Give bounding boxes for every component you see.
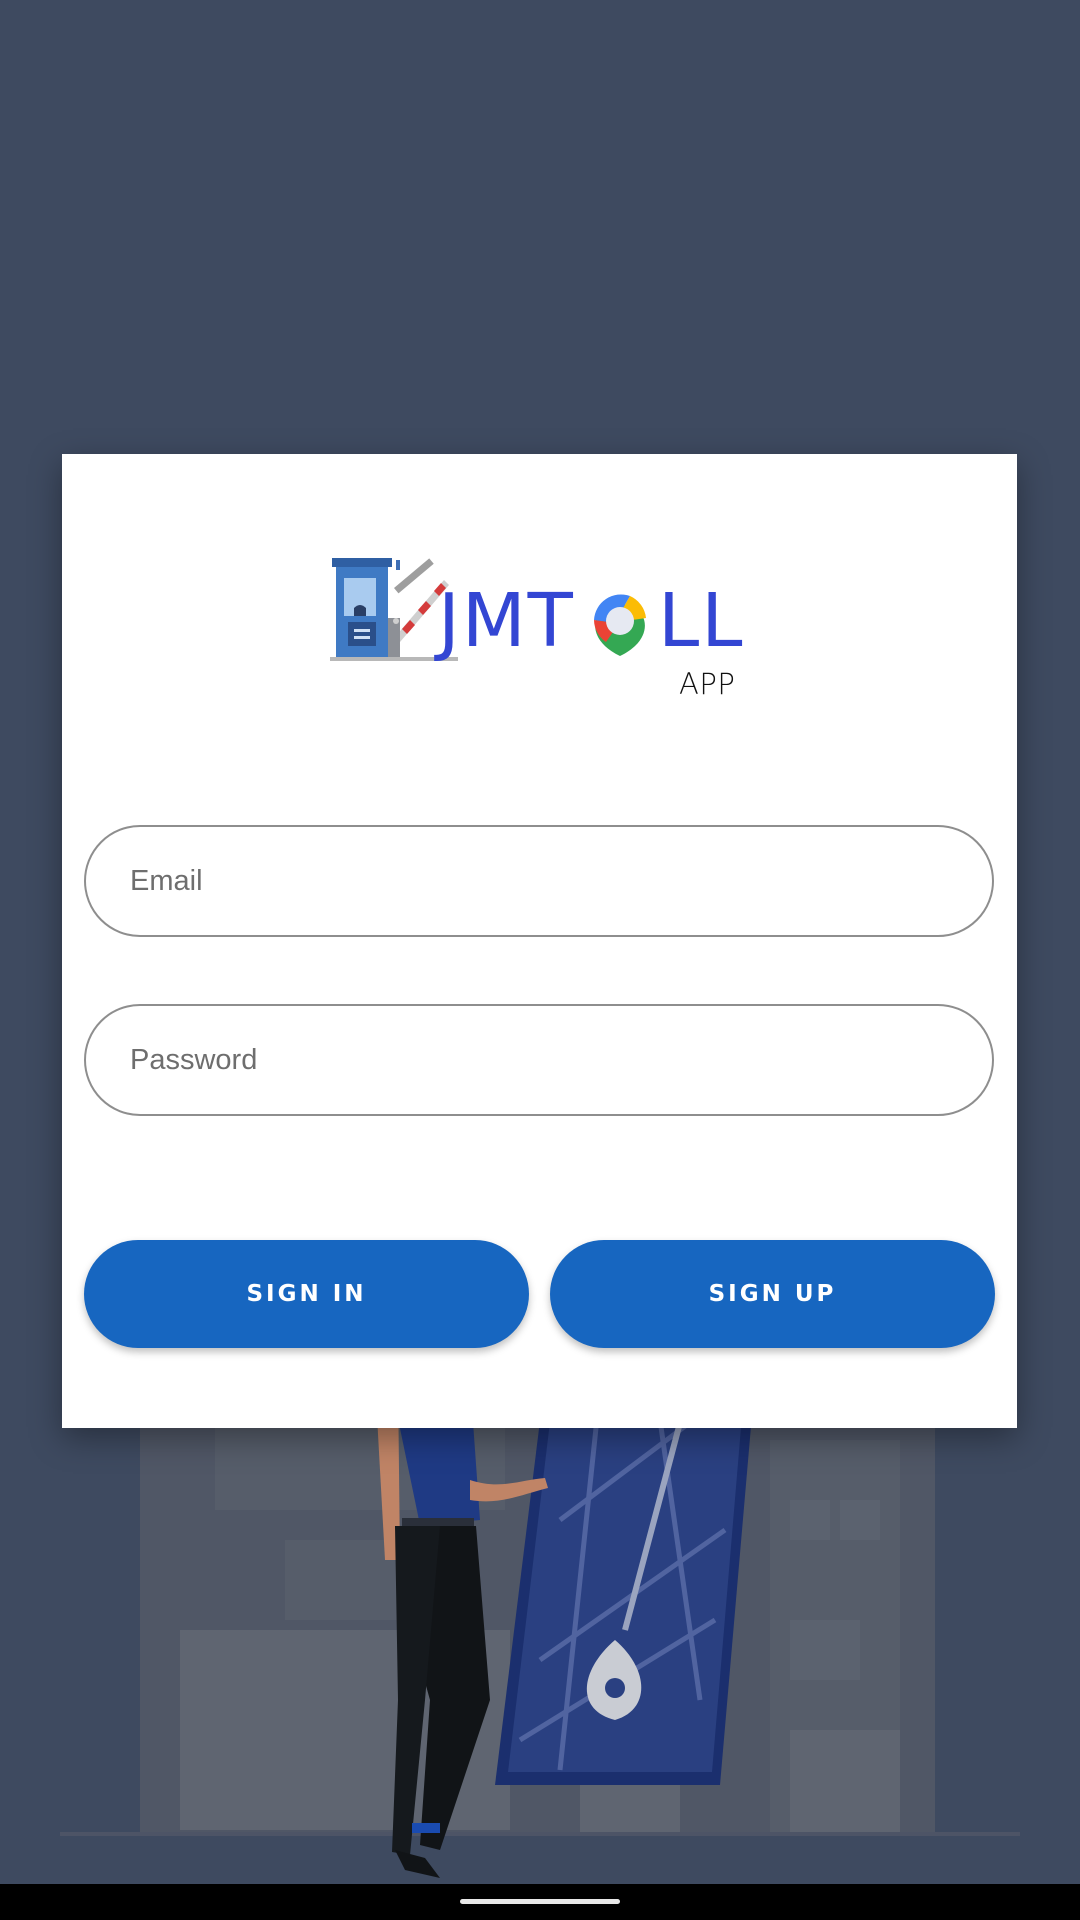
logo-subtitle: APP <box>679 667 736 701</box>
system-nav-bar <box>0 1884 1080 1920</box>
home-gesture-handle[interactable] <box>460 1899 620 1904</box>
password-input[interactable] <box>86 1006 992 1114</box>
login-card: JMT LL APP SIGN IN SIGN UP <box>62 454 1017 1428</box>
sign-in-button[interactable]: SIGN IN <box>84 1240 529 1348</box>
map-pin-icon <box>594 594 646 656</box>
sign-up-button[interactable]: SIGN UP <box>550 1240 995 1348</box>
password-field[interactable] <box>84 1004 994 1116</box>
svg-text:LL: LL <box>658 578 744 664</box>
svg-text:JMT: JMT <box>434 578 575 664</box>
email-field[interactable] <box>84 825 994 937</box>
email-input[interactable] <box>86 827 992 935</box>
